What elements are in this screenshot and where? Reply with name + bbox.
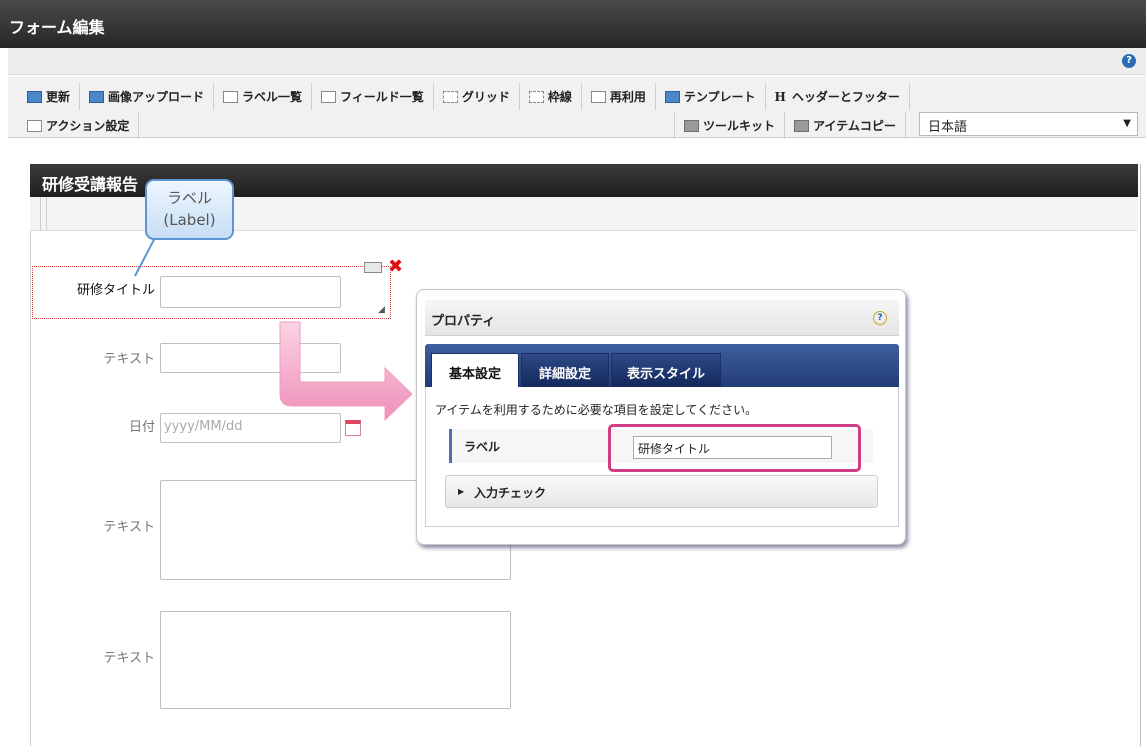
border-button[interactable]: 枠線 xyxy=(520,83,582,110)
help-bar: ? xyxy=(8,48,1146,75)
help-icon[interactable]: ? xyxy=(1122,54,1136,68)
language-select[interactable]: 日本語 ▼ xyxy=(919,112,1138,136)
expand-arrow-icon: ▶ xyxy=(458,487,465,496)
grid-button-label: グリッド xyxy=(461,90,510,104)
callout-line-2: (Label) xyxy=(163,211,216,229)
image-upload-icon xyxy=(89,90,105,103)
update-button[interactable]: 更新 xyxy=(18,83,81,110)
field-label-text-3: テキスト xyxy=(103,651,155,666)
label-list-button-label: ラベル一覧 xyxy=(242,90,303,104)
field-label-title: 研修タイトル xyxy=(76,283,155,298)
toolbar-row-1: 更新 画像アップロード ラベル一覧 フィールド一覧 グリッド 枠線 再利用 テン… xyxy=(18,83,910,110)
textarea-2[interactable] xyxy=(160,611,511,709)
header-footer-button-label: ヘッダーとフッター xyxy=(791,90,900,104)
update-button-label: 更新 xyxy=(46,90,71,104)
callout-line-1: ラベル xyxy=(166,189,212,207)
title-input[interactable] xyxy=(160,276,341,308)
tab-description: アイテムを利用するために必要な項目を設定してください。 xyxy=(435,403,758,417)
grid-button[interactable]: グリッド xyxy=(434,83,520,110)
toolkit-label: ツールキット xyxy=(703,119,776,133)
help-icon[interactable]: ? xyxy=(873,311,887,325)
header-footer-button[interactable]: H ヘッダーとフッター xyxy=(766,83,910,110)
field-list-button-label: フィールド一覧 xyxy=(340,90,424,104)
properties-dialog: プロパティ ? 基本設定 詳細設定 表示スタイル アイテムを利用するために必要な… xyxy=(416,289,906,545)
tab-bar: 基本設定 詳細設定 表示スタイル xyxy=(425,344,899,387)
properties-header: プロパティ ? xyxy=(425,300,899,336)
close-icon[interactable]: ✖ xyxy=(388,256,403,277)
action-icon xyxy=(27,119,42,132)
input-check-section[interactable]: ▶ 入力チェック xyxy=(445,475,878,508)
toolbox-icon xyxy=(684,119,699,132)
tab-detail-settings[interactable]: 詳細設定 xyxy=(521,353,609,387)
template-button-label: テンプレート xyxy=(683,90,756,104)
language-selected: 日本語 xyxy=(928,120,968,135)
tab-basic-settings[interactable]: 基本設定 xyxy=(431,353,519,387)
toolbar-row-2-right: ツールキット アイテムコピー xyxy=(674,112,906,139)
label-callout: ラベル (Label) xyxy=(145,179,234,240)
reuse-icon xyxy=(590,90,606,103)
action-settings-button[interactable]: アクション設定 xyxy=(18,112,140,139)
update-icon xyxy=(27,90,42,103)
border-icon xyxy=(528,90,544,103)
toolbar: 更新 画像アップロード ラベル一覧 フィールド一覧 グリッド 枠線 再利用 テン… xyxy=(8,76,1146,139)
image-upload-button[interactable]: 画像アップロード xyxy=(80,83,215,110)
scrollbar[interactable] xyxy=(1140,164,1146,746)
field-settings-icon[interactable] xyxy=(364,262,382,273)
label-list-button[interactable]: ラベル一覧 xyxy=(214,83,313,110)
field-list-button[interactable]: フィールド一覧 xyxy=(312,83,434,110)
toolkit-button[interactable]: ツールキット xyxy=(674,112,786,139)
reuse-button[interactable]: 再利用 xyxy=(582,83,656,110)
toolbar-row-2: アクション設定 xyxy=(18,112,140,139)
copy-icon xyxy=(794,119,810,132)
item-copy-label: アイテムコピー xyxy=(813,119,896,133)
tab-display-style[interactable]: 表示スタイル xyxy=(611,353,721,387)
template-icon xyxy=(664,90,680,103)
properties-title: プロパティ xyxy=(431,314,496,329)
grid-icon xyxy=(442,90,458,103)
border-button-label: 枠線 xyxy=(547,90,572,104)
highlight-frame xyxy=(608,424,861,472)
window-title: フォーム編集 xyxy=(0,0,1146,48)
template-button[interactable]: テンプレート xyxy=(656,83,766,110)
item-copy-button[interactable]: アイテムコピー xyxy=(785,112,906,139)
field-label-text-2: テキスト xyxy=(103,520,155,535)
field-list-icon xyxy=(321,90,337,103)
action-settings-label: アクション設定 xyxy=(46,119,130,133)
field-label-date: 日付 xyxy=(128,420,155,435)
label-list-icon xyxy=(223,90,239,103)
reuse-button-label: 再利用 xyxy=(609,90,646,104)
chevron-down-icon: ▼ xyxy=(1123,118,1131,129)
header-footer-icon: H xyxy=(774,89,786,104)
image-upload-button-label: 画像アップロード xyxy=(108,90,205,104)
pointer-arrow xyxy=(279,321,413,422)
field-label-text-1: テキスト xyxy=(103,352,155,367)
input-check-label: 入力チェック xyxy=(474,486,547,500)
label-setting-name: ラベル xyxy=(464,440,501,454)
